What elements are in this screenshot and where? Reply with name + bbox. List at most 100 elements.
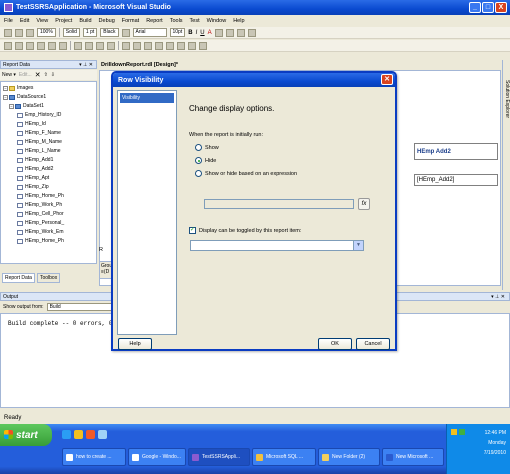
task-sql-server[interactable]: Microsoft SQL ... — [252, 448, 316, 466]
menu-test[interactable]: Test — [190, 18, 200, 24]
menu-view[interactable]: View — [36, 18, 48, 24]
task-new-microsoft[interactable]: New Microsoft ... — [382, 448, 444, 466]
menu-tools[interactable]: Tools — [170, 18, 183, 24]
properties-icon[interactable] — [133, 41, 141, 50]
radio-expression-indicator[interactable] — [195, 170, 202, 177]
menu-project[interactable]: Project — [55, 18, 72, 24]
maximize-button[interactable]: □ — [482, 2, 494, 13]
align-lefts-icon[interactable] — [4, 41, 12, 50]
toggle-checkbox[interactable]: ✓ — [189, 227, 196, 234]
menu-file[interactable]: File — [4, 18, 13, 24]
cancel-button[interactable]: Cancel — [356, 338, 390, 350]
new-dropdown[interactable]: New ▾ — [2, 72, 16, 78]
line-style-select[interactable]: Solid — [62, 28, 80, 37]
help-button[interactable]: Help — [118, 338, 152, 350]
line-color-select[interactable]: Black — [100, 28, 119, 37]
tree-item[interactable]: HEmp_Home_Ph — [17, 192, 64, 200]
undo-icon[interactable] — [188, 41, 196, 50]
menu-report[interactable]: Report — [146, 18, 163, 24]
designer-tab[interactable]: DrilldownReport.rdl [Design]* — [99, 60, 501, 70]
delete-icon[interactable]: ✕ — [35, 71, 41, 79]
tree-item[interactable]: HEmp_L_Name — [17, 147, 61, 155]
align-center-icon[interactable] — [225, 28, 234, 37]
bold-button[interactable]: B — [188, 30, 192, 36]
font-color-button[interactable]: A — [208, 30, 212, 36]
align-rights-icon[interactable] — [26, 41, 34, 50]
bring-to-front-icon[interactable] — [96, 41, 104, 50]
tree-expander[interactable]: − — [3, 85, 8, 91]
new-file-icon[interactable] — [4, 28, 12, 37]
ok-button[interactable]: OK — [318, 338, 352, 350]
menu-window[interactable]: Window — [207, 18, 227, 24]
tree-item[interactable]: Emp_History_ID — [17, 111, 61, 119]
open-file-icon[interactable] — [15, 28, 23, 37]
font-select[interactable]: Arial — [132, 28, 167, 37]
font-size-select[interactable]: 10pt — [169, 28, 186, 37]
toggle-item-select[interactable]: ▼ — [190, 240, 364, 251]
clock[interactable]: 12:46 PM Monday 7/19/2010 — [484, 428, 506, 458]
solution-explorer-icon[interactable] — [122, 41, 130, 50]
send-to-back-icon[interactable] — [107, 41, 115, 50]
radio-hide[interactable]: Hide — [195, 157, 216, 164]
show-desktop-icon[interactable] — [98, 430, 107, 439]
paste-icon[interactable] — [177, 41, 185, 50]
radio-hide-indicator[interactable] — [195, 157, 202, 164]
tree-expander[interactable]: − — [3, 94, 8, 100]
vertical-spacing-icon[interactable] — [85, 41, 93, 50]
pane-pin-icon[interactable]: ▾ ⊥ ✕ — [79, 62, 93, 68]
edit-button[interactable]: Edit... — [19, 72, 32, 78]
tree-item[interactable]: − Images — [3, 84, 33, 92]
tab-report-data[interactable]: Report Data — [2, 273, 35, 283]
tree-item[interactable]: − DataSet1 — [9, 102, 44, 110]
menu-build[interactable]: Build — [79, 18, 91, 24]
ie-icon[interactable] — [62, 430, 71, 439]
align-middles-icon[interactable] — [48, 41, 56, 50]
toolbox-icon[interactable] — [144, 41, 152, 50]
toggle-checkbox-row[interactable]: ✓ Display can be toggled by this report … — [189, 227, 301, 234]
tree-item[interactable]: HEmp_Add1 — [17, 156, 53, 164]
move-up-icon[interactable]: ⇧ — [44, 72, 48, 78]
chevron-down-icon[interactable]: ▼ — [353, 241, 363, 250]
solution-explorer-strip[interactable]: Solution Explorer — [502, 60, 510, 290]
tree-item[interactable]: HEmp_Work_Ph — [17, 201, 62, 209]
close-button[interactable]: X — [495, 2, 507, 13]
dialog-title-bar[interactable]: Row Visibility ✕ — [113, 73, 395, 87]
tree-item[interactable]: HEmp_Home_Ph — [17, 237, 64, 245]
task-google[interactable]: Google - Windo... — [128, 448, 186, 466]
firefox-icon[interactable] — [86, 430, 95, 439]
pane-close-icon[interactable]: ▾ ⊥ ✕ — [491, 294, 505, 300]
explorer-icon[interactable] — [74, 430, 83, 439]
tree-item[interactable]: HEmp_Apt — [17, 174, 49, 182]
copy-icon[interactable] — [166, 41, 174, 50]
task-new-folder[interactable]: New Folder (2) — [318, 448, 380, 466]
menu-format[interactable]: Format — [122, 18, 139, 24]
tree-item[interactable]: HEmp_Personal_ — [17, 219, 64, 227]
tree-item[interactable]: HEmp_M_Name — [17, 138, 62, 146]
underline-button[interactable]: U — [200, 30, 204, 36]
tree-item[interactable]: − DataSource1 — [3, 93, 46, 101]
task-visual-studio[interactable]: TestSSRSAppli... — [188, 448, 250, 466]
expression-builder-button[interactable]: fx — [358, 198, 370, 210]
tree-item[interactable]: HEmp_Id — [17, 120, 46, 128]
line-width-select[interactable]: 1 pt — [82, 28, 98, 37]
horizontal-spacing-icon[interactable] — [74, 41, 82, 50]
tab-toolbox[interactable]: Toolbox — [36, 273, 61, 283]
cut-icon[interactable] — [155, 41, 163, 50]
menu-edit[interactable]: Edit — [20, 18, 29, 24]
tree-item[interactable]: HEmp_F_Name — [17, 129, 61, 137]
radio-expression[interactable]: Show or hide based on an expression — [195, 170, 297, 177]
radio-show-indicator[interactable] — [195, 144, 202, 151]
zoom-select[interactable]: 100% — [37, 28, 56, 37]
align-tops-icon[interactable] — [37, 41, 45, 50]
tree-item[interactable]: HEmp_Cell_Phor — [17, 210, 64, 218]
task-how-to-create[interactable]: how to create ... — [62, 448, 126, 466]
tree-item[interactable]: HEmp_Add2 — [17, 165, 53, 173]
tree-item[interactable]: HEmp_Zip — [17, 183, 49, 191]
tray-icon[interactable] — [459, 429, 465, 435]
expression-input[interactable] — [204, 199, 354, 209]
move-down-icon[interactable]: ⇩ — [51, 72, 55, 78]
align-left-icon[interactable] — [214, 28, 223, 37]
menu-debug[interactable]: Debug — [99, 18, 115, 24]
nav-item-visibility[interactable]: Visibility — [120, 93, 174, 103]
minimize-button[interactable]: _ — [469, 2, 481, 13]
